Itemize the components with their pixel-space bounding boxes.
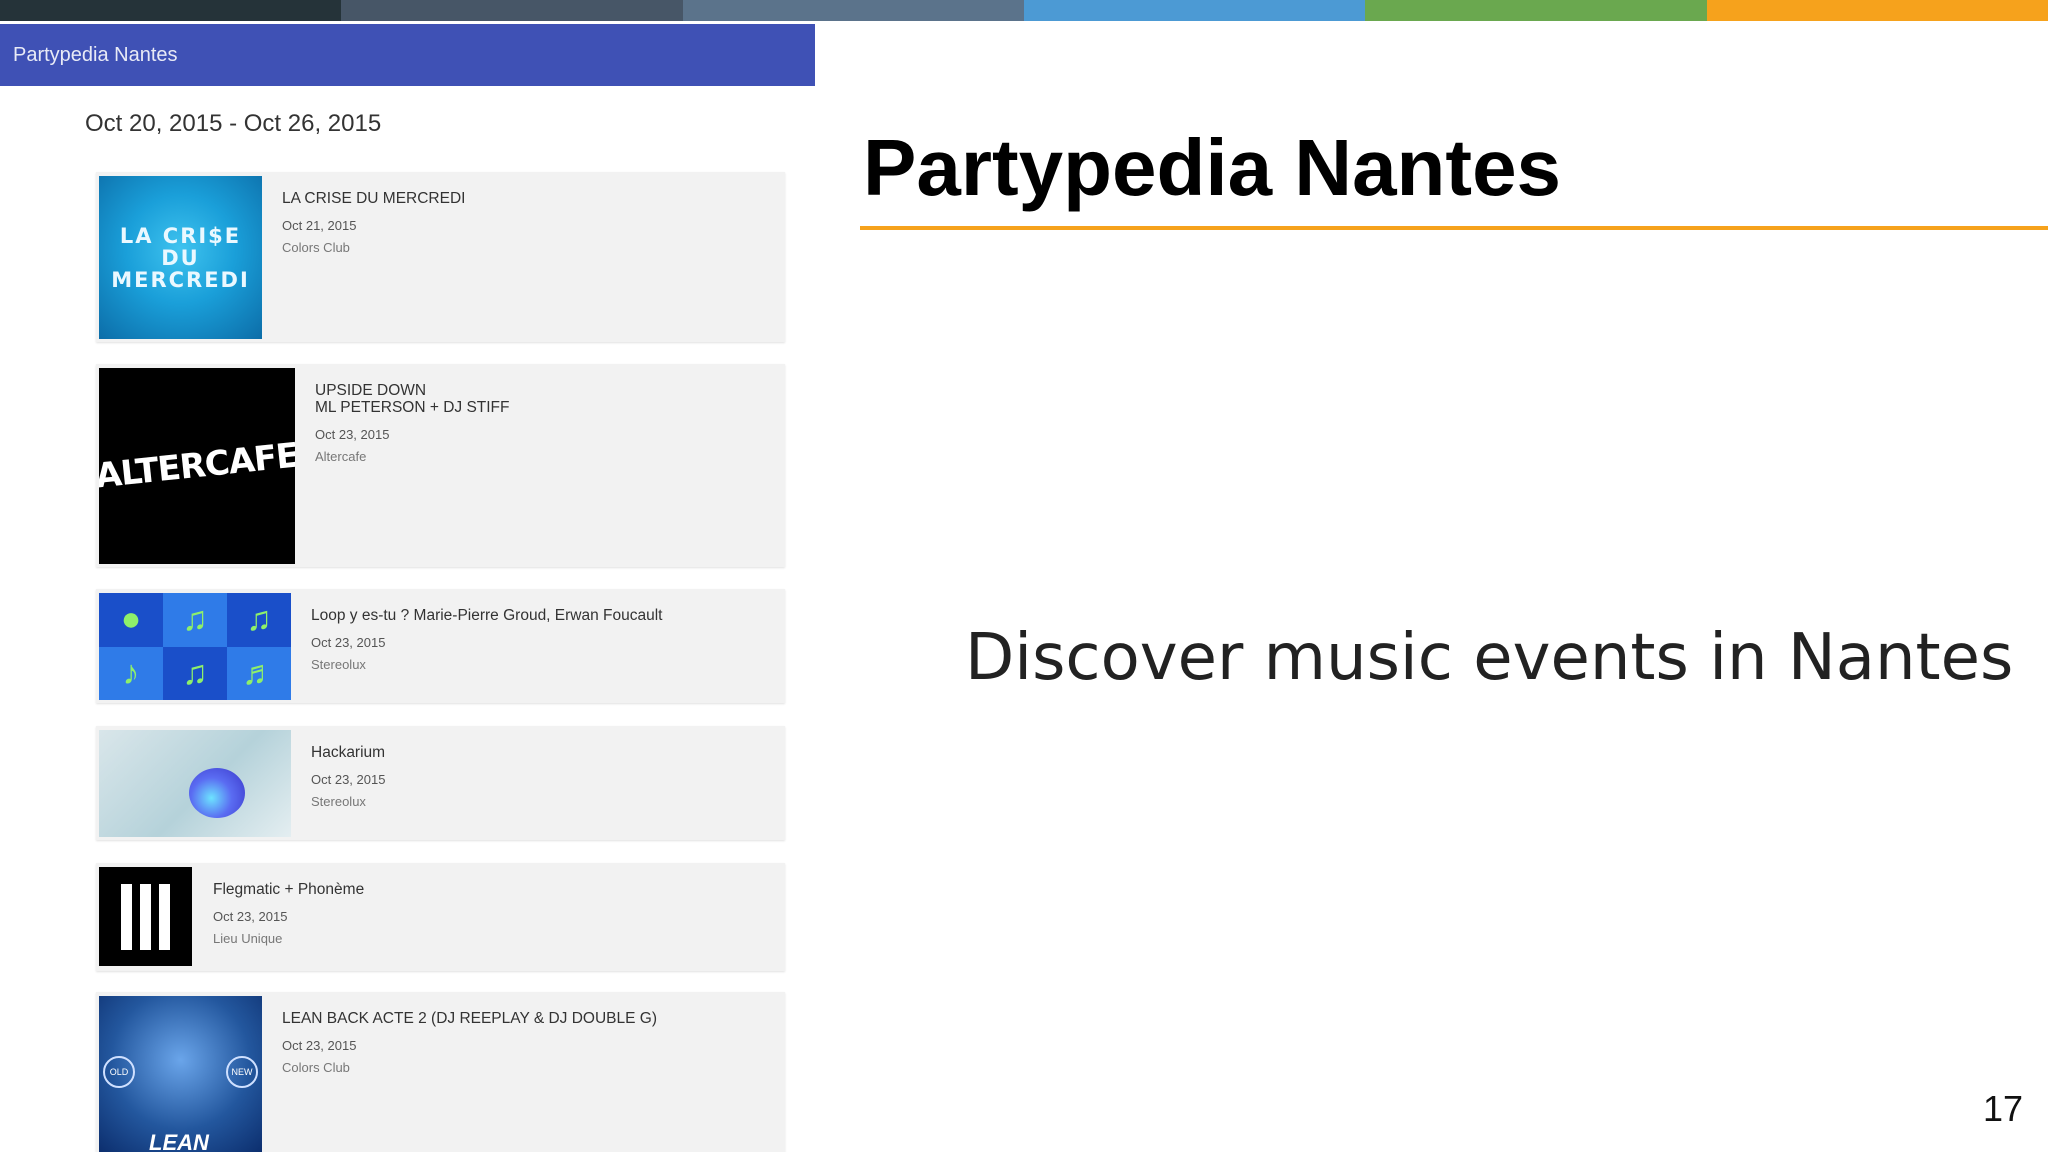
event-date: Oct 23, 2015: [315, 427, 390, 442]
event-title[interactable]: Hackarium: [311, 744, 385, 761]
lean-back-poster-icon: OLD NEW LEAN: [99, 996, 262, 1152]
page-number: 17: [1982, 1088, 2023, 1129]
date-range: Oct 20, 2015 - Oct 26, 2015: [85, 110, 382, 137]
lieu-unique-logo-icon: [99, 867, 192, 966]
color-segment: [341, 0, 683, 21]
event-venue: Colors Club: [282, 240, 350, 255]
color-segment: [1023, 0, 1366, 21]
event-venue: Lieu Unique: [213, 931, 283, 946]
event-date: Oct 21, 2015: [282, 218, 357, 233]
hackarium-image-icon: [99, 730, 291, 837]
slide-title: Partypedia Nantes: [863, 123, 1562, 212]
event-card[interactable]: ALTERCAFE UPSIDE DOWN ML PETERSON + DJ S…: [96, 364, 785, 567]
event-date: Oct 23, 2015: [282, 1038, 357, 1053]
color-segment: [1706, 0, 2048, 21]
event-title[interactable]: Flegmatic + Phonème: [213, 881, 364, 898]
event-date: Oct 23, 2015: [311, 635, 386, 650]
thumb-text: LA CRI$E DU MERCREDI: [111, 223, 250, 292]
title-underline: [860, 226, 2048, 230]
event-date: Oct 23, 2015: [311, 772, 386, 787]
event-title[interactable]: LA CRISE DU MERCREDI: [282, 190, 465, 207]
event-title[interactable]: UPSIDE DOWN ML PETERSON + DJ STIFF: [315, 382, 510, 416]
slide-subtitle: Discover music events in Nantes: [965, 621, 2014, 695]
event-card[interactable]: Hackarium Oct 23, 2015 Stereolux: [96, 726, 785, 840]
altercafe-logo-icon: ALTERCAFE: [99, 368, 295, 564]
color-segment: [682, 0, 1024, 21]
event-card[interactable]: LA CRI$E DU MERCREDI LA CRISE DU MERCRED…: [96, 172, 785, 342]
app-header: Partypedia Nantes: [0, 24, 815, 86]
event-title[interactable]: LEAN BACK ACTE 2 (DJ REEPLAY & DJ DOUBLE…: [282, 1010, 657, 1027]
slide-color-bar: [0, 0, 2048, 21]
color-segment: [0, 0, 342, 21]
thumb-text: LEAN: [149, 1130, 209, 1152]
event-card[interactable]: OLD NEW LEAN LEAN BACK ACTE 2 (DJ REEPLA…: [96, 992, 785, 1152]
color-segment: [1365, 0, 1707, 21]
app-screenshot: Partypedia Nantes Oct 20, 2015 - Oct 26,…: [0, 21, 815, 1152]
event-date: Oct 23, 2015: [213, 909, 288, 924]
app-title[interactable]: Partypedia Nantes: [13, 44, 178, 67]
music-notes-grid-icon: ● ♫ ♫ ♪ ♫ ♬: [99, 593, 291, 700]
event-venue: Stereolux: [311, 794, 366, 809]
thumb-text: ALTERCAFE: [99, 435, 295, 497]
event-venue: Stereolux: [311, 657, 366, 672]
crise-du-mercredi-poster-icon: LA CRI$E DU MERCREDI: [99, 176, 262, 339]
event-venue: Colors Club: [282, 1060, 350, 1075]
event-card[interactable]: Flegmatic + Phonème Oct 23, 2015 Lieu Un…: [96, 863, 785, 971]
event-card[interactable]: ● ♫ ♫ ♪ ♫ ♬ Loop y es-tu ? Marie-Pierre Groud…: [96, 589, 785, 703]
event-title[interactable]: Loop y es-tu ? Marie-Pierre Groud, Erwan…: [311, 607, 663, 624]
event-venue: Altercafe: [315, 449, 367, 464]
